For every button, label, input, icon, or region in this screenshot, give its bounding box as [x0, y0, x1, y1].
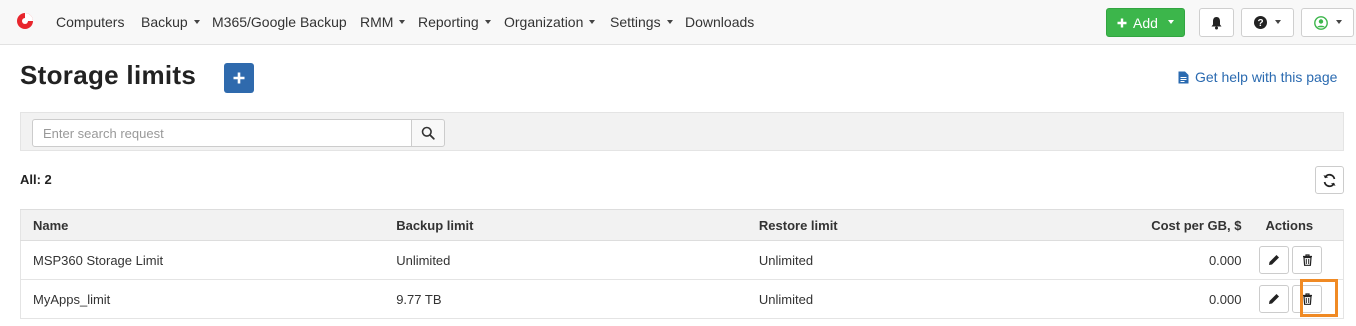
- cell-restore-limit: Unlimited: [746, 279, 982, 319]
- nav-rmm[interactable]: RMM: [360, 0, 406, 44]
- notifications-button[interactable]: [1199, 8, 1234, 37]
- nav-backup-label: Backup: [141, 14, 188, 30]
- trash-icon: [1302, 293, 1312, 305]
- cell-backup-limit: Unlimited: [384, 240, 747, 280]
- column-header-cost[interactable]: Cost per GB, $: [981, 209, 1254, 241]
- nav-settings-label: Settings: [610, 14, 661, 30]
- refresh-button[interactable]: [1315, 166, 1344, 194]
- edit-button[interactable]: [1259, 285, 1290, 313]
- column-header-name[interactable]: Name: [20, 209, 385, 241]
- document-icon: [1178, 71, 1189, 83]
- question-circle-icon: ?: [1254, 16, 1267, 29]
- nav-organization[interactable]: Organization: [504, 0, 596, 44]
- search-bar: [20, 112, 1344, 151]
- nav-reporting[interactable]: Reporting: [418, 0, 491, 44]
- edit-icon: [1269, 255, 1280, 265]
- nav-downloads[interactable]: Downloads: [685, 0, 754, 44]
- help-menu-button[interactable]: ?: [1241, 8, 1294, 37]
- plus-icon: [1117, 18, 1127, 27]
- search-button[interactable]: [411, 119, 445, 147]
- caret-down-icon: [589, 20, 596, 25]
- add-button[interactable]: Add: [1106, 8, 1185, 37]
- cell-actions: [1253, 240, 1345, 280]
- nav-computers[interactable]: Computers: [56, 0, 124, 44]
- bell-icon: [1211, 16, 1222, 29]
- cell-cost: 0.000: [981, 279, 1254, 319]
- page-title: Storage limits: [20, 60, 197, 90]
- nav-organization-label: Organization: [504, 14, 584, 30]
- nav-downloads-label: Downloads: [685, 14, 755, 30]
- nav-m365-label: M365/Google Backup: [212, 14, 347, 30]
- caret-down-icon: [193, 20, 200, 25]
- brand-logo-icon[interactable]: [16, 12, 34, 30]
- nav-settings[interactable]: Settings: [610, 0, 673, 44]
- caret-down-icon: [1335, 19, 1342, 24]
- cell-actions: [1253, 279, 1345, 319]
- delete-button[interactable]: [1292, 246, 1323, 274]
- table-row: MyApps_limit 9.77 TB Unlimited 0.000: [20, 279, 1345, 319]
- create-storage-limit-button[interactable]: [224, 63, 254, 93]
- nav-reporting-label: Reporting: [418, 14, 479, 30]
- cell-restore-limit: Unlimited: [746, 240, 982, 280]
- plus-icon: [233, 72, 245, 84]
- record-count: All: 2: [20, 172, 52, 187]
- refresh-icon: [1323, 173, 1336, 187]
- svg-text:?: ?: [1257, 18, 1263, 29]
- add-button-label: Add: [1133, 14, 1158, 31]
- cell-backup-limit: 9.77 TB: [384, 279, 747, 319]
- edit-button[interactable]: [1259, 246, 1290, 274]
- column-header-actions: Actions: [1253, 209, 1345, 241]
- trash-icon: [1302, 254, 1312, 266]
- top-navbar: Computers Backup M365/Google Backup RMM …: [0, 0, 1356, 45]
- cell-name: MyApps_limit: [20, 279, 385, 319]
- user-menu-button[interactable]: [1301, 8, 1354, 37]
- search-input[interactable]: [32, 119, 412, 147]
- storage-limits-table: Name Backup limit Restore limit Cost per…: [20, 209, 1345, 319]
- cell-cost: 0.000: [981, 240, 1254, 280]
- caret-down-icon: [1275, 19, 1281, 24]
- edit-icon: [1269, 294, 1280, 304]
- delete-button-row-2[interactable]: [1292, 285, 1323, 313]
- column-header-backup-limit[interactable]: Backup limit: [384, 209, 747, 241]
- table-header-row: Name Backup limit Restore limit Cost per…: [20, 209, 1345, 241]
- nav-backup[interactable]: Backup: [141, 0, 200, 44]
- nav-m365-google-backup[interactable]: M365/Google Backup: [212, 0, 347, 44]
- caret-down-icon: [484, 20, 491, 25]
- nav-rmm-label: RMM: [360, 14, 394, 30]
- user-circle-icon: [1313, 15, 1328, 30]
- help-link[interactable]: Get help with this page: [1178, 69, 1337, 85]
- cell-name: MSP360 Storage Limit: [20, 240, 385, 280]
- search-icon: [421, 126, 435, 140]
- caret-down-icon: [1167, 19, 1174, 24]
- column-header-restore-limit[interactable]: Restore limit: [746, 209, 982, 241]
- table-row: MSP360 Storage Limit Unlimited Unlimited…: [20, 240, 1345, 280]
- nav-computers-label: Computers: [56, 14, 125, 30]
- caret-down-icon: [666, 20, 673, 25]
- caret-down-icon: [399, 20, 406, 25]
- help-link-label: Get help with this page: [1195, 69, 1338, 85]
